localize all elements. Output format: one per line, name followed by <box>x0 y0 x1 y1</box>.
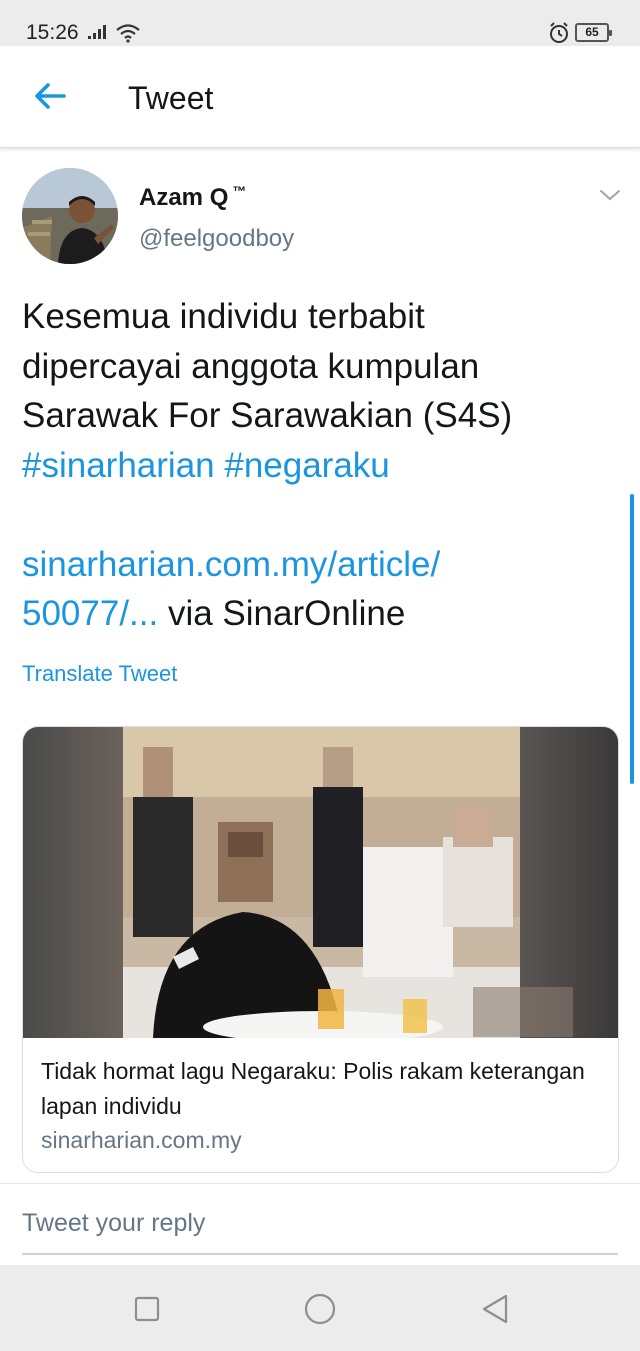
battery-icon: 65 <box>575 23 612 42</box>
tweet-text-line: Sarawak For Sarawakian (S4S) <box>22 396 513 435</box>
avatar[interactable] <box>22 168 118 264</box>
navigation-bar <box>0 1265 640 1351</box>
article-link[interactable]: sinarharian.com.my/article/ <box>22 545 440 584</box>
display-name[interactable]: Azam Q ™ <box>139 183 246 212</box>
link-card[interactable]: Tidak hormat lagu Negaraku: Polis rakam … <box>22 726 619 1173</box>
wifi-icon <box>115 23 141 48</box>
page-title: Tweet <box>128 80 214 116</box>
hashtag-line: #sinarharian #negaraku <box>22 441 622 491</box>
tweet-link-line2: 50077/... via SinarOnline <box>22 589 622 639</box>
hashtag-sinarharian[interactable]: #sinarharian <box>22 446 215 485</box>
signal-icon <box>88 24 110 45</box>
tweet-text-line: Kesemua individu terbabit <box>22 297 425 336</box>
card-title: Tidak hormat lagu Negaraku: Polis rakam … <box>41 1058 585 1119</box>
tweet-text-line: dipercayai anggota kumpulan <box>22 346 480 386</box>
status-time: 15:26 <box>26 21 79 44</box>
chevron-down-icon[interactable] <box>598 187 622 208</box>
via-text: via SinarOnline <box>158 594 406 633</box>
app-header: Tweet <box>0 46 640 148</box>
reply-underline <box>22 1253 618 1255</box>
tweet-text: Kesemua individu terbabit dipercayai ang… <box>22 292 622 639</box>
alarm-icon <box>548 22 570 49</box>
status-bar: 15:26 65 <box>0 0 640 46</box>
scrollbar[interactable] <box>630 494 634 784</box>
display-name-text: Azam Q <box>139 184 229 211</box>
reply-input[interactable]: Tweet your reply <box>22 1209 205 1238</box>
divider <box>0 1183 640 1184</box>
card-domain: sinarharian.com.my <box>41 1127 242 1153</box>
article-link-cont[interactable]: 50077/... <box>22 594 158 633</box>
back-triangle-icon[interactable] <box>480 1293 510 1330</box>
tweet-link: sinarharian.com.my/article/ <box>22 540 622 590</box>
recent-apps-icon[interactable] <box>134 1296 160 1327</box>
name-badge: ™ <box>232 183 247 199</box>
home-icon[interactable] <box>304 1293 336 1330</box>
hashtag-negaraku[interactable]: #negaraku <box>224 446 389 485</box>
card-thumbnail-image <box>23 727 618 1043</box>
user-handle[interactable]: @feelgoodboy <box>139 225 294 253</box>
back-arrow-icon[interactable] <box>30 78 70 114</box>
translate-tweet-link[interactable]: Translate Tweet <box>22 661 177 687</box>
